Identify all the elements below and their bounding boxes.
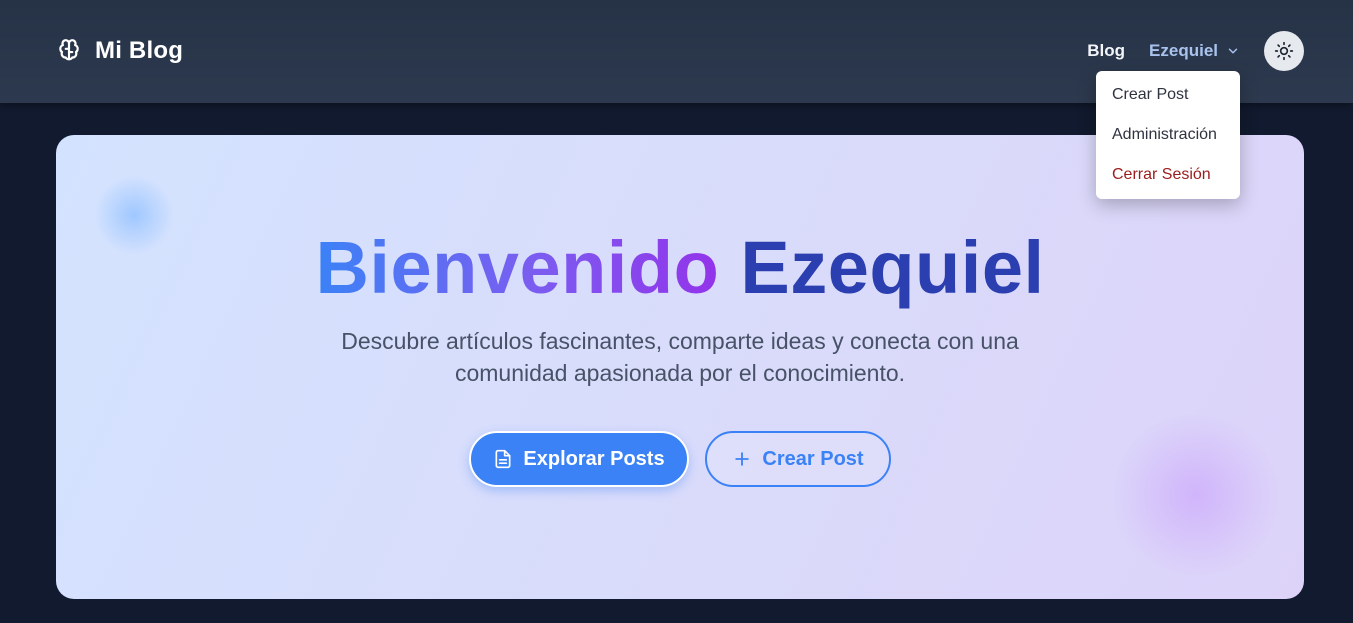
hero-section: Bienvenido Ezequiel Descubre artículos f…	[56, 135, 1304, 599]
menu-item-crear-post[interactable]: Crear Post	[1096, 79, 1240, 119]
hero-title-name: Ezequiel	[740, 226, 1045, 309]
user-dropdown-menu: Crear Post Administración Cerrar Sesión	[1096, 71, 1240, 199]
nav-actions: Blog Ezequiel	[1087, 31, 1304, 71]
brand-title: Mi Blog	[95, 37, 184, 64]
decorative-blob	[1106, 415, 1286, 575]
menu-item-administracion[interactable]: Administración	[1096, 119, 1240, 159]
brain-icon	[56, 38, 82, 64]
hero-title: Bienvenido Ezequiel	[56, 223, 1304, 313]
plus-icon	[732, 449, 752, 469]
user-menu-toggle[interactable]: Ezequiel	[1149, 41, 1240, 61]
hero-subtitle: Descubre artículos fascinantes, comparte…	[341, 328, 1019, 386]
explore-posts-label: Explorar Posts	[523, 447, 665, 470]
create-post-label: Crear Post	[762, 447, 864, 470]
sun-icon	[1274, 41, 1294, 61]
nav-blog-link[interactable]: Blog	[1087, 41, 1125, 61]
document-icon	[493, 449, 513, 469]
brand-link[interactable]: Mi Blog	[56, 34, 183, 68]
create-post-button[interactable]: Crear Post	[705, 431, 891, 487]
user-name: Ezequiel	[1149, 41, 1218, 60]
menu-item-cerrar-sesion[interactable]: Cerrar Sesión	[1096, 159, 1240, 199]
chevron-down-icon	[1226, 44, 1240, 58]
explore-posts-button[interactable]: Explorar Posts	[469, 431, 689, 487]
hero-title-greeting: Bienvenido	[315, 226, 720, 309]
theme-toggle-button[interactable]	[1264, 31, 1304, 71]
